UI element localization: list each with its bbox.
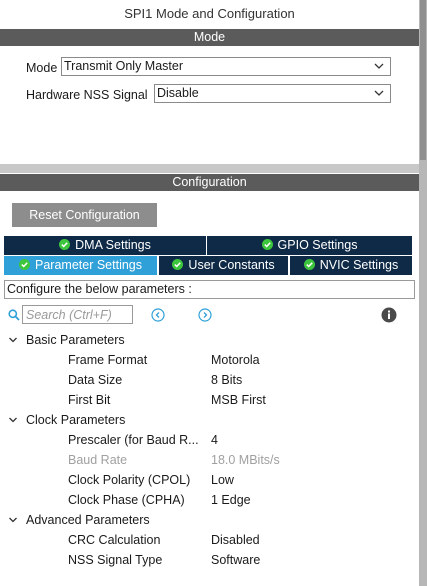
scrollbar-thumb[interactable] — [420, 0, 426, 160]
param-name: Data Size — [68, 373, 123, 387]
reset-configuration-button[interactable]: Reset Configuration — [12, 203, 157, 227]
check-circle-icon — [19, 259, 30, 271]
param-value[interactable]: Software — [211, 550, 260, 570]
param-value[interactable]: Disabled — [211, 530, 260, 550]
section-divider[interactable] — [0, 164, 419, 173]
mode-section-header: Mode — [0, 29, 419, 46]
param-name: Baud Rate — [68, 453, 128, 467]
tab-label: DMA Settings — [75, 238, 151, 252]
previous-circle-icon[interactable] — [151, 308, 165, 322]
configuration-section-header: Configuration — [0, 174, 419, 191]
tab-label: GPIO Settings — [277, 238, 358, 252]
param-value[interactable]: 1 Edge — [211, 490, 251, 510]
tab-user-constants[interactable]: User Constants — [159, 256, 288, 275]
param-name: Clock Polarity (CPOL) — [68, 473, 191, 487]
mode-select-value: Transmit Only Master — [64, 59, 184, 73]
search-input[interactable] — [22, 305, 133, 324]
param-value[interactable]: 8 Bits — [211, 370, 242, 390]
tab-label: NVIC Settings — [319, 258, 399, 272]
check-circle-icon — [303, 259, 315, 271]
param-value: 18.0 MBits/s — [211, 453, 280, 467]
check-circle-icon — [261, 239, 273, 251]
param-value[interactable]: Motorola — [211, 350, 260, 370]
param-name: First Bit — [68, 393, 111, 407]
param-name: Prescaler (for Baud R... — [68, 433, 199, 447]
mode-select[interactable]: Transmit Only Master — [61, 57, 391, 76]
group-label: Advanced Parameters — [26, 513, 150, 527]
param-name: Clock Phase (CPHA) — [68, 493, 185, 507]
chevron-down-icon[interactable] — [8, 335, 18, 345]
search-icon — [8, 309, 20, 321]
tab-label: Parameter Settings — [35, 258, 142, 272]
group-label: Basic Parameters — [26, 333, 125, 347]
param-name: CRC Calculation — [68, 533, 161, 547]
next-circle-icon[interactable] — [198, 308, 212, 322]
param-name: NSS Signal Type — [68, 553, 163, 567]
check-circle-icon — [172, 259, 184, 271]
tab-nvic-settings[interactable]: NVIC Settings — [290, 256, 412, 275]
tab-label: User Constants — [188, 258, 275, 272]
check-circle-icon — [59, 239, 71, 251]
nss-select[interactable]: Disable — [154, 84, 391, 103]
chevron-down-icon[interactable] — [8, 415, 18, 425]
chevron-down-icon — [374, 90, 384, 96]
tab-parameter-settings[interactable]: Parameter Settings — [4, 256, 157, 275]
chevron-down-icon[interactable] — [8, 515, 18, 525]
param-value[interactable]: Low — [211, 470, 234, 490]
group-label: Clock Parameters — [26, 413, 126, 427]
parameters-description: Configure the below parameters : — [4, 280, 415, 299]
info-icon[interactable] — [381, 307, 397, 323]
panel-title: SPI1 Mode and Configuration — [124, 6, 295, 21]
param-name: Frame Format — [68, 353, 148, 367]
tab-gpio-settings[interactable]: GPIO Settings — [207, 236, 412, 255]
chevron-down-icon — [374, 63, 384, 69]
tab-dma-settings[interactable]: DMA Settings — [4, 236, 206, 255]
nss-label: Hardware NSS Signal — [26, 88, 148, 102]
param-value[interactable]: 4 — [211, 430, 218, 450]
param-value[interactable]: MSB First — [211, 390, 266, 410]
nss-select-value: Disable — [157, 86, 199, 100]
mode-label: Mode — [26, 61, 58, 75]
